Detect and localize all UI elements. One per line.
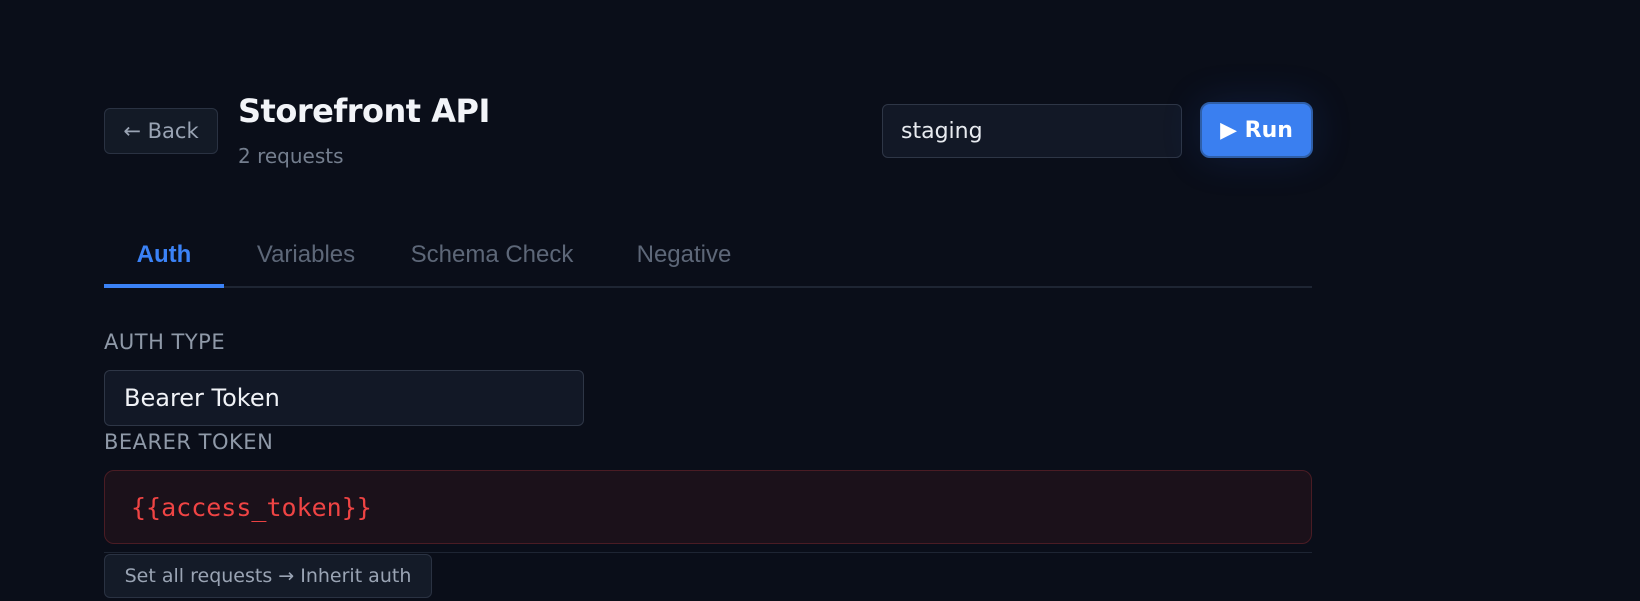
tab-auth[interactable]: Auth	[104, 226, 224, 288]
request-count: 2 requests	[238, 144, 344, 168]
environment-input[interactable]	[882, 104, 1182, 158]
page-title: Storefront API	[238, 92, 490, 130]
auth-type-select[interactable]: Bearer Token	[104, 370, 584, 426]
collection-page: ← Back Storefront API 2 requests ▶ Run A…	[0, 0, 1640, 601]
auth-type-label: AUTH TYPE	[104, 330, 226, 354]
tab-bar: Auth Variables Schema Check Negative	[104, 226, 1312, 288]
back-button[interactable]: ← Back	[104, 108, 218, 154]
inherit-auth-button[interactable]: Set all requests → Inherit auth	[104, 554, 432, 598]
run-button[interactable]: ▶ Run	[1200, 102, 1313, 158]
section-divider	[104, 552, 1312, 553]
tab-negative[interactable]: Negative	[596, 226, 772, 284]
auth-type-value: Bearer Token	[124, 384, 280, 412]
bearer-token-field[interactable]: {{access_token}}	[104, 470, 1312, 544]
run-button-label: ▶ Run	[1220, 117, 1293, 143]
inherit-auth-label: Set all requests → Inherit auth	[124, 565, 412, 587]
bearer-token-label: BEARER TOKEN	[104, 430, 274, 454]
tab-variables[interactable]: Variables	[224, 226, 388, 284]
back-button-label: ← Back	[123, 119, 199, 143]
tab-schema-check[interactable]: Schema Check	[388, 226, 596, 284]
bearer-token-value: {{access_token}}	[131, 492, 372, 522]
